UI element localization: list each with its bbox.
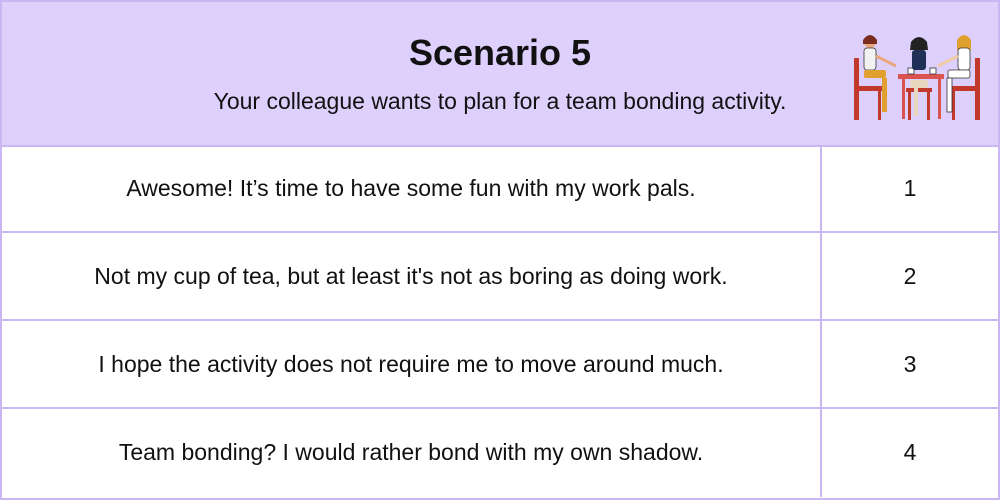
response-text: Awesome! It’s time to have some fun with… bbox=[126, 174, 696, 201]
response-text: Team bonding? I would rather bond with m… bbox=[118, 438, 704, 465]
response-number: 1 bbox=[903, 174, 917, 201]
response-number: 4 bbox=[903, 438, 917, 465]
response-text: I hope the activity does not require me … bbox=[98, 350, 724, 377]
table-row: Team bonding? I would rather bond with m… bbox=[2, 409, 998, 497]
scenario-header: Scenario 5 Your colleague wants to plan … bbox=[2, 2, 998, 147]
table-row: I hope the activity does not require me … bbox=[2, 321, 998, 409]
women-at-table-icon bbox=[854, 35, 980, 120]
scenario-card: Scenario 5 Your colleague wants to plan … bbox=[0, 0, 1000, 500]
response-number: 2 bbox=[903, 262, 917, 289]
table-row: Awesome! It’s time to have some fun with… bbox=[2, 145, 998, 233]
table-row: Not my cup of tea, but at least it's not… bbox=[2, 233, 998, 321]
response-text: Not my cup of tea, but at least it's not… bbox=[94, 262, 728, 289]
response-number: 3 bbox=[903, 350, 917, 377]
scenario-description: Your colleague wants to plan for a team … bbox=[213, 88, 787, 114]
scenario-title: Scenario 5 bbox=[408, 32, 592, 73]
